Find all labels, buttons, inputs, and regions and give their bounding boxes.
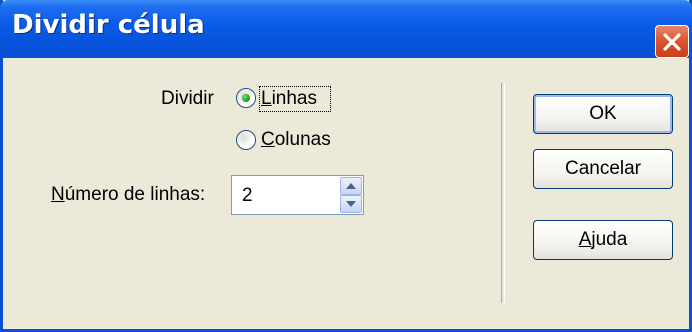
dialog-client: Dividir Linhas Colunas Número de linhas:… <box>3 58 689 329</box>
window-title: Dividir célula <box>12 10 205 40</box>
arrow-down-icon <box>346 201 356 207</box>
ajuda-button[interactable]: Ajuda <box>533 220 673 260</box>
numero-linhas-spinner[interactable]: 2 <box>231 175 364 215</box>
radio-linhas[interactable] <box>236 88 256 108</box>
close-icon <box>663 33 681 51</box>
numero-linhas-input[interactable]: 2 <box>242 185 253 207</box>
vertical-divider <box>501 83 505 303</box>
radio-linhas-label[interactable]: Linhas <box>261 88 317 110</box>
dialog-window: Dividir célula Dividir Linhas Colunas Nú… <box>0 0 692 332</box>
spin-up-button[interactable] <box>340 177 362 195</box>
numero-linhas-label: Número de linhas: <box>51 184 206 205</box>
radio-colunas-label[interactable]: Colunas <box>261 129 331 151</box>
spin-down-button[interactable] <box>340 195 362 213</box>
arrow-up-icon <box>346 183 356 189</box>
radio-colunas[interactable] <box>236 130 256 150</box>
cancelar-button[interactable]: Cancelar <box>533 149 673 189</box>
dividir-label: Dividir <box>161 88 214 109</box>
radio-selected-dot <box>242 94 250 102</box>
title-bar[interactable]: Dividir célula <box>0 0 692 58</box>
close-button[interactable] <box>655 25 689 58</box>
ok-button[interactable]: OK <box>533 94 673 134</box>
